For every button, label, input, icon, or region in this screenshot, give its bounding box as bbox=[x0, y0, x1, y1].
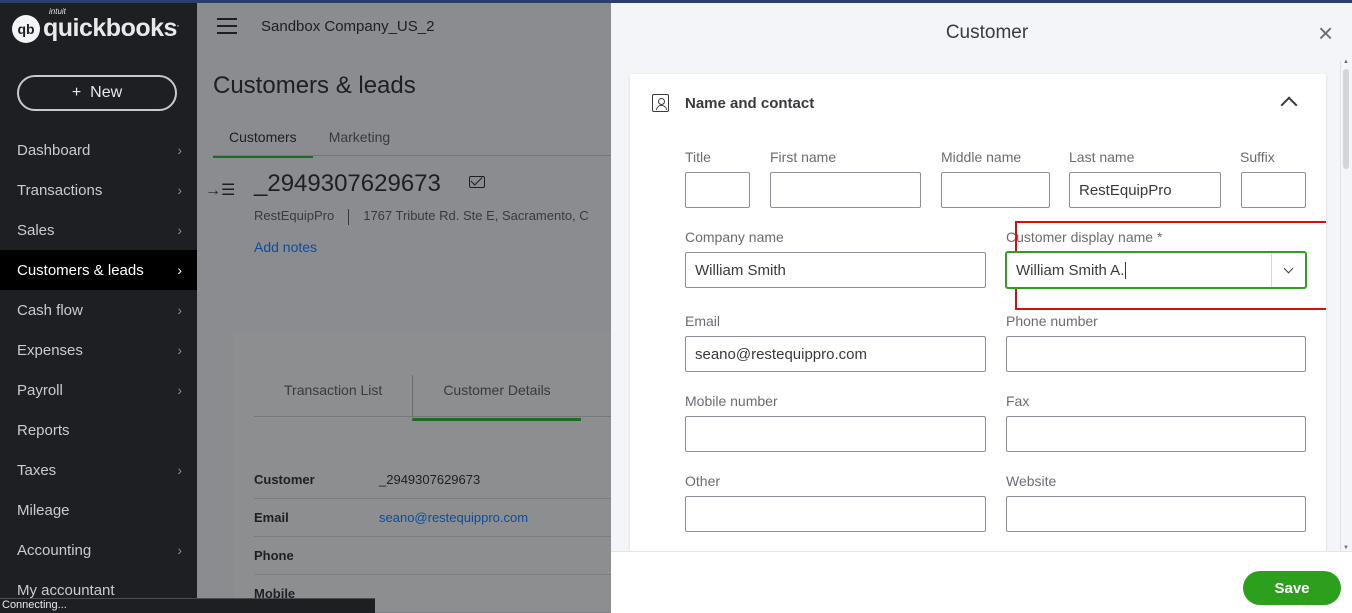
quickbooks-logo[interactable]: qb intuit quickbooks. bbox=[12, 7, 179, 43]
sidebar-item-mileage[interactable]: Mileage bbox=[0, 490, 197, 530]
chevron-right-icon: › bbox=[177, 302, 182, 318]
middle-name-label: Middle name bbox=[941, 149, 1022, 165]
sidebar-item-reports[interactable]: Reports bbox=[0, 410, 197, 450]
chevron-right-icon: › bbox=[177, 182, 182, 198]
detail-row: Email seano@restequippro.com bbox=[254, 499, 611, 537]
tab-customers[interactable]: Customers bbox=[213, 122, 313, 158]
chevron-right-icon: › bbox=[177, 462, 182, 478]
sidebar-item-dashboard[interactable]: Dashboard › bbox=[0, 130, 197, 170]
phone-field[interactable] bbox=[1006, 336, 1306, 372]
email-label: Email bbox=[685, 313, 721, 329]
tab-marketing[interactable]: Marketing bbox=[313, 122, 406, 158]
drawer-footer: Save bbox=[611, 551, 1352, 613]
expand-panel-icon[interactable]: →☰ bbox=[205, 180, 235, 200]
website-field[interactable] bbox=[1006, 496, 1306, 532]
sidebar-item-customers-leads[interactable]: Customers & leads › bbox=[0, 250, 197, 290]
drawer-scrollbar[interactable]: ▲ ▼ bbox=[1340, 59, 1352, 551]
chevron-right-icon: › bbox=[177, 382, 182, 398]
suffix-label: Suffix bbox=[1240, 149, 1275, 165]
detail-row: Customer _2949307629673 bbox=[254, 461, 611, 499]
tab-customer-details[interactable]: Customer Details bbox=[412, 375, 581, 421]
mobile-label: Mobile number bbox=[685, 393, 778, 409]
other-field[interactable] bbox=[685, 496, 986, 532]
tab-divider bbox=[213, 155, 611, 156]
tab-transaction-list[interactable]: Transaction List bbox=[254, 375, 412, 421]
sidebar: qb intuit quickbooks. + New Dashboard › T… bbox=[0, 0, 197, 613]
last-name-label: Last name bbox=[1069, 149, 1135, 165]
customer-address: 1767 Tribute Rd. Ste E, Sacramento, C bbox=[363, 208, 589, 223]
page-title: Customers & leads bbox=[213, 72, 416, 99]
contact-book-icon bbox=[652, 94, 669, 112]
chevron-up-icon[interactable] bbox=[1280, 96, 1298, 114]
customer-drawer: Customer × ▲ ▼ Name and contact Title Fi… bbox=[611, 3, 1352, 613]
customer-id-heading: _2949307629673 bbox=[254, 170, 441, 197]
close-icon[interactable]: × bbox=[1318, 20, 1333, 46]
chevron-right-icon: › bbox=[177, 142, 182, 158]
save-button[interactable]: Save bbox=[1243, 571, 1341, 605]
email-link[interactable]: seano@restequippro.com bbox=[379, 510, 528, 525]
section-header[interactable]: Name and contact bbox=[652, 94, 814, 112]
last-name-field[interactable]: RestEquipPro bbox=[1069, 172, 1221, 208]
suffix-field[interactable] bbox=[1241, 172, 1306, 208]
sidebar-item-sales[interactable]: Sales › bbox=[0, 210, 197, 250]
chevron-right-icon: › bbox=[177, 342, 182, 358]
sidebar-item-expenses[interactable]: Expenses › bbox=[0, 330, 197, 370]
section-title: Name and contact bbox=[685, 94, 815, 112]
drawer-title: Customer bbox=[945, 22, 1029, 43]
plus-icon: + bbox=[71, 84, 82, 101]
chevron-right-icon: › bbox=[177, 262, 182, 278]
mobile-field[interactable] bbox=[685, 416, 986, 452]
main-content: Sandbox Company_US_2 Customers & leads C… bbox=[197, 0, 611, 613]
first-name-field[interactable] bbox=[770, 172, 921, 208]
title-label: Title bbox=[685, 149, 711, 165]
browser-status-bar: Connecting... bbox=[0, 598, 375, 613]
inner-tab-divider bbox=[254, 416, 611, 417]
text-caret bbox=[1125, 261, 1127, 279]
page-tabs: Customers Marketing bbox=[213, 122, 406, 158]
chevron-down-icon bbox=[1283, 263, 1294, 274]
scroll-up-icon[interactable]: ▲ bbox=[1343, 59, 1349, 65]
hamburger-menu-icon[interactable] bbox=[217, 18, 237, 34]
logo-brand: intuit bbox=[49, 7, 66, 16]
phone-label: Phone number bbox=[1006, 313, 1098, 329]
add-notes-link[interactable]: Add notes bbox=[254, 239, 317, 255]
display-name-value: William Smith A. bbox=[1016, 261, 1125, 279]
sidebar-item-taxes[interactable]: Taxes › bbox=[0, 450, 197, 490]
company-name-label: Company name bbox=[685, 229, 784, 245]
display-name-dropdown-button[interactable] bbox=[1271, 253, 1305, 287]
customer-company: RestEquipPro bbox=[254, 208, 335, 223]
mail-icon[interactable] bbox=[469, 176, 485, 188]
fax-field[interactable] bbox=[1006, 416, 1306, 452]
company-name: Sandbox Company_US_2 bbox=[261, 18, 435, 35]
email-field[interactable]: seano@restequippro.com bbox=[685, 336, 986, 372]
new-button-label: New bbox=[90, 84, 123, 101]
company-name-field[interactable]: William Smith bbox=[685, 252, 986, 288]
middle-name-field[interactable] bbox=[941, 172, 1050, 208]
sidebar-nav: Dashboard › Transactions › Sales › Customer… bbox=[0, 130, 197, 610]
sidebar-item-payroll[interactable]: Payroll › bbox=[0, 370, 197, 410]
quickbooks-logo-icon: qb bbox=[12, 14, 40, 43]
detail-row: Phone bbox=[254, 537, 611, 575]
chevron-right-icon: › bbox=[177, 222, 182, 238]
top-accent-line bbox=[0, 0, 1352, 3]
title-field[interactable] bbox=[685, 172, 750, 208]
fax-label: Fax bbox=[1006, 393, 1030, 409]
website-label: Website bbox=[1006, 473, 1057, 489]
customer-meta: RestEquipPro 1767 Tribute Rd. Ste E, Sacr… bbox=[254, 208, 589, 225]
sidebar-item-transactions[interactable]: Transactions › bbox=[0, 170, 197, 210]
sidebar-item-accounting[interactable]: Accounting › bbox=[0, 530, 197, 570]
display-name-combobox[interactable]: William Smith A. bbox=[1006, 252, 1306, 288]
other-label: Other bbox=[685, 473, 721, 489]
scrollbar-thumb[interactable] bbox=[1343, 69, 1349, 169]
customer-inner-tabs: Transaction List Customer Details bbox=[254, 375, 581, 421]
chevron-right-icon: › bbox=[177, 542, 182, 558]
sidebar-item-cash-flow[interactable]: Cash flow › bbox=[0, 290, 197, 330]
first-name-label: First name bbox=[770, 149, 837, 165]
new-button[interactable]: + New bbox=[17, 75, 177, 111]
logo-name: quickbooks. bbox=[43, 14, 179, 42]
display-name-label: Customer display name * bbox=[1006, 229, 1163, 245]
name-contact-card: Name and contact Title First name Middle… bbox=[630, 74, 1326, 551]
